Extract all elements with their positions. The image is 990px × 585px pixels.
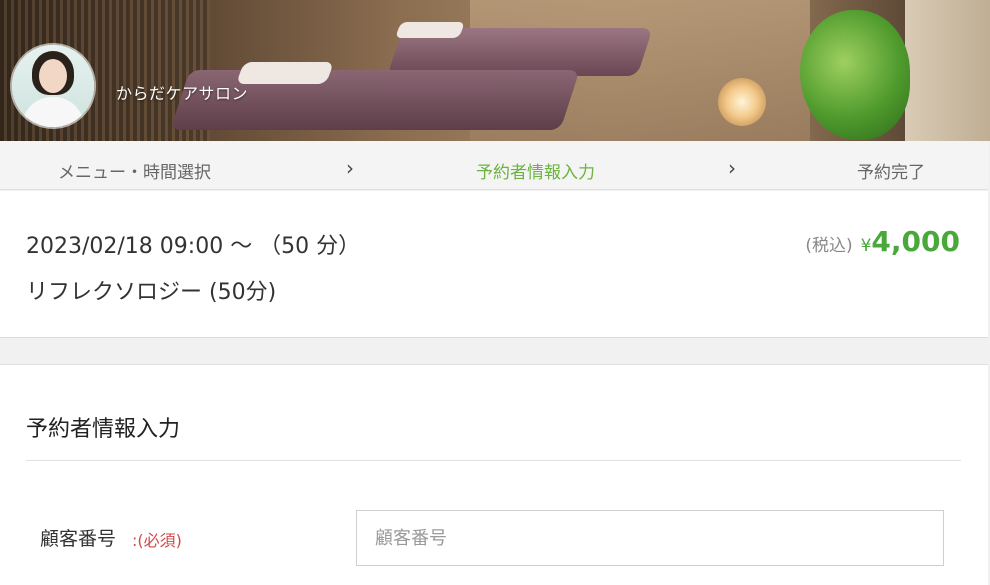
reservation-datetime: 2023/02/18 09:00 〜 （50 分）	[26, 234, 361, 259]
banner-plant	[800, 10, 910, 140]
shop-avatar[interactable]	[12, 45, 94, 127]
chevron-right-icon: ›	[346, 156, 354, 180]
reservation-menu-name: リフレクソロジー (50分)	[26, 280, 277, 305]
shop-name[interactable]: からだケアサロン	[116, 80, 248, 104]
booking-steps: メニュー・時間選択 › 予約者情報入力 › 予約完了	[0, 141, 988, 190]
banner-towel	[235, 62, 335, 84]
banner-towel	[395, 22, 465, 38]
customer-number-input[interactable]	[356, 510, 944, 566]
price-amount: 4,000	[871, 225, 960, 258]
step-customer-info: 予約者情報入力	[476, 163, 595, 183]
section-title: 予約者情報入力	[26, 417, 181, 442]
step-menu-time-select: メニュー・時間選択	[58, 163, 211, 183]
currency-symbol: ¥	[860, 236, 872, 256]
chevron-right-icon: ›	[728, 156, 736, 180]
section-divider	[26, 460, 961, 461]
customer-number-label: 顧客番号	[40, 528, 117, 550]
banner-lamp	[718, 78, 766, 126]
required-mark: :(必須)	[132, 531, 182, 550]
customer-info-form: 予約者情報入力 顧客番号 :(必須)	[0, 364, 988, 585]
step-complete: 予約完了	[857, 163, 925, 183]
header-banner: からだケアサロン	[0, 0, 990, 141]
price: (税込) ¥4,000	[805, 225, 960, 258]
reservation-summary: 2023/02/18 09:00 〜 （50 分） リフレクソロジー (50分)…	[0, 191, 988, 338]
banner-shelf	[905, 0, 990, 141]
tax-included-label: (税込)	[805, 236, 853, 256]
